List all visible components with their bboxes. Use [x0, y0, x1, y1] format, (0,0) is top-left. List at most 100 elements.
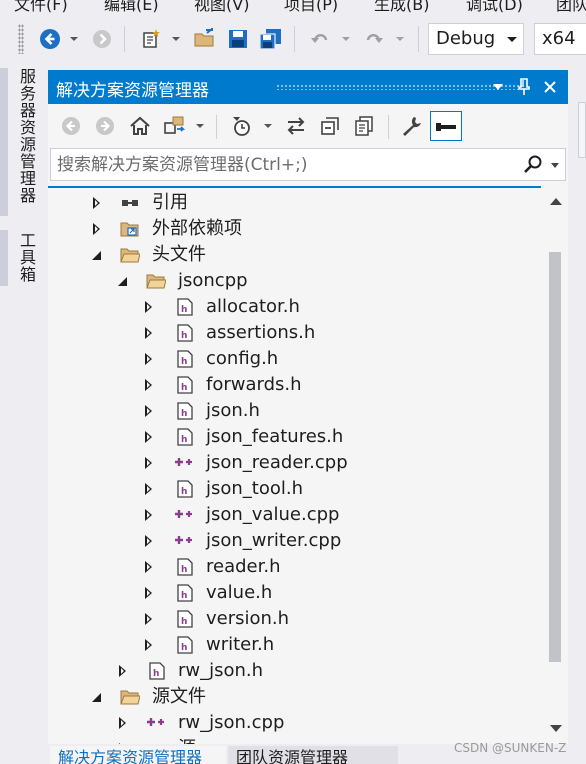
tree-item-header-files[interactable]: 头文件 — [48, 242, 548, 268]
collapse-icon[interactable] — [90, 248, 104, 262]
panel-title-bar: 解决方案资源管理器 — [48, 70, 568, 104]
filter-dropdown[interactable] — [260, 111, 276, 141]
save-all-button[interactable] — [256, 24, 286, 54]
undo-button[interactable] — [306, 24, 334, 54]
search-options-chevron-icon[interactable] — [551, 163, 559, 168]
sync-with-active-document-button[interactable] — [282, 111, 310, 141]
menu-file[interactable]: 文件(F) — [14, 0, 68, 14]
expand-icon[interactable] — [142, 586, 156, 600]
menu-build[interactable]: 生成(B) — [374, 0, 429, 14]
back-button[interactable] — [58, 111, 84, 141]
tab-toolbox[interactable]: 工具箱 — [14, 232, 36, 283]
tree-item-external-dependencies[interactable]: 外部依赖项 — [48, 216, 548, 242]
tab-server-explorer[interactable]: 服务器资源管理器 — [14, 68, 36, 204]
collapse-icon[interactable] — [90, 690, 104, 704]
chevron-down-icon — [342, 37, 350, 41]
redo-button[interactable] — [360, 24, 388, 54]
back-button[interactable] — [36, 24, 64, 54]
forward-button[interactable] — [92, 111, 118, 141]
tree-item-value-h[interactable]: h value.h — [48, 580, 548, 606]
expand-icon[interactable] — [90, 196, 104, 210]
undo-dropdown-button[interactable] — [338, 24, 354, 54]
tree-item-assertions-h[interactable]: h assertions.h — [48, 320, 548, 346]
properties-button[interactable] — [396, 111, 426, 141]
new-project-button[interactable] — [136, 24, 166, 54]
tree-item-config-h[interactable]: h config.h — [48, 346, 548, 372]
solution-search-box[interactable] — [50, 148, 566, 181]
switch-views-dropdown[interactable] — [192, 111, 208, 141]
collapse-icon[interactable] — [116, 274, 130, 288]
expand-icon[interactable] — [142, 326, 156, 340]
expand-icon[interactable] — [142, 456, 156, 470]
tree-item-json-reader-cpp[interactable]: json_reader.cpp — [48, 450, 548, 476]
expand-icon[interactable] — [142, 482, 156, 496]
close-panel-button[interactable] — [538, 75, 562, 99]
tree-item-rw-json-cpp[interactable]: rw_json.cpp — [48, 710, 548, 736]
expand-icon[interactable] — [142, 534, 156, 548]
tree-vertical-scrollbar[interactable] — [546, 188, 566, 744]
show-all-files-button[interactable] — [350, 111, 378, 141]
search-input[interactable] — [57, 151, 517, 178]
tree-item-rw-json-h[interactable]: h rw_json.h — [48, 658, 548, 684]
expand-icon[interactable] — [142, 300, 156, 314]
scroll-down-arrow-icon[interactable] — [550, 725, 562, 732]
tree-item-json-features-h[interactable]: h json_features.h — [48, 424, 548, 450]
header-file-icon: h — [176, 376, 196, 394]
tree-item-forwards-h[interactable]: h forwards.h — [48, 372, 548, 398]
expand-icon[interactable] — [142, 404, 156, 418]
expand-icon[interactable] — [142, 560, 156, 574]
preview-selected-items-button[interactable] — [430, 111, 462, 141]
header-file-icon: h — [176, 480, 196, 498]
solution-platform-select[interactable]: x64 — [534, 23, 586, 55]
expand-icon[interactable] — [142, 430, 156, 444]
tree-item-json-tool-h[interactable]: h json_tool.h — [48, 476, 548, 502]
tree-item-writer-h[interactable]: h writer.h — [48, 632, 548, 658]
window-position-button[interactable] — [486, 75, 510, 99]
expand-icon[interactable] — [116, 664, 130, 678]
forward-button[interactable] — [88, 24, 116, 54]
tree-item-label: json_reader.cpp — [206, 452, 348, 473]
tree-item-json-h[interactable]: h json.h — [48, 398, 548, 424]
auto-hide-button[interactable] — [512, 75, 536, 99]
solution-configuration-select[interactable]: Debug — [428, 23, 524, 55]
scroll-up-arrow-icon[interactable] — [550, 198, 562, 205]
save-button[interactable] — [224, 24, 252, 54]
scrollbar-thumb[interactable] — [549, 252, 561, 662]
expand-icon[interactable] — [142, 612, 156, 626]
toolbar-grip[interactable] — [18, 24, 24, 54]
collapse-all-button[interactable] — [316, 111, 344, 141]
redo-dropdown-button[interactable] — [392, 24, 408, 54]
expand-icon[interactable] — [142, 352, 156, 366]
expand-icon[interactable] — [116, 716, 130, 730]
new-dropdown-button[interactable] — [168, 24, 184, 54]
pin-icon — [518, 78, 530, 95]
tab-team-explorer[interactable]: 团队资源管理器 — [228, 746, 398, 764]
tree-item-jsoncpp[interactable]: jsoncpp — [48, 268, 548, 294]
tree-item-label: json_tool.h — [206, 478, 304, 499]
pending-changes-filter-button[interactable] — [226, 111, 260, 141]
open-file-button[interactable] — [190, 24, 220, 54]
menu-edit[interactable]: 编辑(E) — [104, 0, 159, 14]
expand-icon[interactable] — [90, 222, 104, 236]
tab-solution-explorer[interactable]: 解决方案资源管理器 — [50, 746, 226, 764]
menu-view[interactable]: 视图(V) — [194, 0, 249, 14]
home-button[interactable] — [126, 111, 154, 141]
search-icon[interactable] — [523, 155, 543, 179]
tree-item-version-h[interactable]: h version.h — [48, 606, 548, 632]
tree-item-source-files[interactable]: 源文件 — [48, 684, 548, 710]
expand-icon[interactable] — [142, 378, 156, 392]
tree-item-json-writer-cpp[interactable]: json_writer.cpp — [48, 528, 548, 554]
switch-views-button[interactable] — [160, 111, 190, 141]
expand-icon[interactable] — [142, 508, 156, 522]
back-dropdown-button[interactable] — [66, 24, 82, 54]
menu-team[interactable]: 团队 — [556, 0, 586, 14]
tree-item-reader-h[interactable]: h reader.h — [48, 554, 548, 580]
tree-item-json-value-cpp[interactable]: json_value.cpp — [48, 502, 548, 528]
expand-icon[interactable] — [142, 638, 156, 652]
menu-project[interactable]: 项目(P) — [284, 0, 338, 14]
tree-item-references[interactable]: 引用 — [48, 190, 548, 216]
tree-item-allocator-h[interactable]: h allocator.h — [48, 294, 548, 320]
tree-item-label: reader.h — [206, 556, 281, 577]
clock-filter-icon — [233, 117, 250, 136]
menu-debug[interactable]: 调试(D) — [466, 0, 523, 14]
